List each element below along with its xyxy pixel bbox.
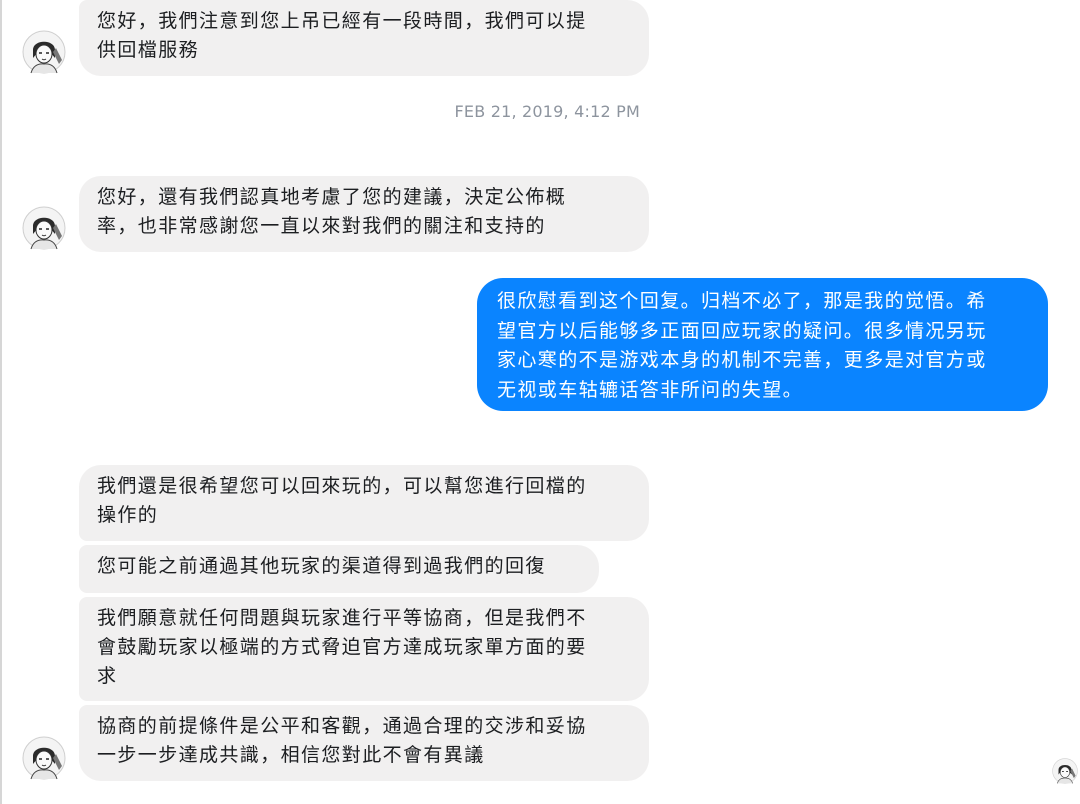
incoming-message[interactable]: 您可能之前通過其他玩家的渠道得到過我們的回復 [79, 545, 599, 593]
conversation-left-border [0, 0, 2, 804]
incoming-message[interactable]: 您好，我們注意到您上吊已經有一段時間，我們可以提 供回檔服務 [79, 0, 649, 76]
incoming-message[interactable]: 協商的前提條件是公平和客觀，通過合理的交涉和妥協 一步一步達成共識，相信您對此不… [79, 705, 649, 781]
sender-avatar-icon[interactable] [22, 736, 66, 780]
incoming-message[interactable]: 您好，還有我們認真地考慮了您的建議，決定公佈概 率，也非常感謝您一直以來對我們的… [79, 176, 649, 252]
sender-avatar-icon[interactable] [22, 30, 66, 74]
message-timestamp: FEB 21, 2019, 4:12 PM [454, 102, 640, 121]
outgoing-message[interactable]: 很欣慰看到这个回复。归档不必了，那是我的觉悟。希 望官方以后能够多正面回应玩家的… [477, 278, 1048, 411]
seen-indicator-avatar-icon [1052, 758, 1078, 784]
incoming-message[interactable]: 我們還是很希望您可以回來玩的，可以幫您進行回檔的 操作的 [79, 465, 649, 541]
sender-avatar-icon[interactable] [22, 206, 66, 250]
incoming-message[interactable]: 我們願意就任何問題與玩家進行平等協商，但是我們不 會鼓勵玩家以極端的方式脅迫官方… [79, 597, 649, 701]
